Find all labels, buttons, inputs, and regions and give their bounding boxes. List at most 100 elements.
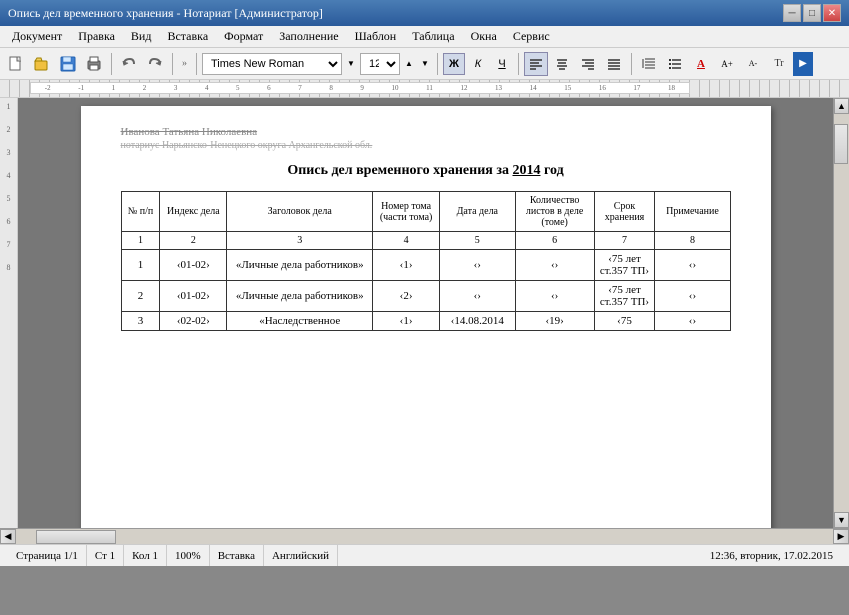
scroll-hthumb[interactable] xyxy=(36,530,116,544)
toolbar-separator-6 xyxy=(631,53,632,75)
toolbar: » Times New Roman ▼ 12 ▲ ▼ Ж К Ч A A+ A-… xyxy=(0,48,849,80)
row1-period: ‹75 лет ст.357 ТП› xyxy=(594,250,655,281)
align-left-button[interactable] xyxy=(524,52,548,76)
save-button[interactable] xyxy=(56,52,80,76)
font-size-selector[interactable]: 12 xyxy=(360,53,400,75)
menu-document[interactable]: Документ xyxy=(4,27,70,46)
toolbar-separator-2 xyxy=(172,53,173,75)
font-size-up[interactable]: ▲ xyxy=(402,52,416,76)
font-size-inc-button[interactable]: A+ xyxy=(715,52,739,76)
toolbar-separator-3 xyxy=(196,53,197,75)
font-color-button[interactable]: A xyxy=(689,52,713,76)
align-justify-button[interactable] xyxy=(602,52,626,76)
title-bar: Опись дел временного хранения - Нотариат… xyxy=(0,0,849,26)
undo-button[interactable] xyxy=(117,52,141,76)
doc-author-title: нотариус Нарьянско-Ненецкого округа Арха… xyxy=(121,140,731,151)
col-num-5: 5 xyxy=(440,232,516,250)
scroll-htrack[interactable] xyxy=(16,530,833,544)
toolbar-extra[interactable]: ▶ xyxy=(793,52,813,76)
table-row: 1 ‹01-02› «Личные дела работников» ‹1› ‹… xyxy=(121,250,730,281)
vertical-scrollbar[interactable]: ▲ ▼ xyxy=(833,98,849,528)
print-button[interactable] xyxy=(82,52,106,76)
maximize-button[interactable]: □ xyxy=(803,4,821,22)
line-spacing-button[interactable] xyxy=(637,52,661,76)
doc-table: № п/п Индекс дела Заголовок дела Номер т… xyxy=(121,191,731,331)
col-header-title: Заголовок дела xyxy=(227,192,373,232)
row2-num: 2 xyxy=(121,281,160,312)
row2-date: ‹› xyxy=(440,281,516,312)
status-page: Страница 1/1 xyxy=(8,545,87,566)
row3-index: ‹02-02› xyxy=(160,312,227,331)
font-size-down[interactable]: ▼ xyxy=(418,52,432,76)
row3-vol: ‹1› xyxy=(373,312,440,331)
status-col: Кол 1 xyxy=(124,545,167,566)
row2-sheets: ‹› xyxy=(515,281,594,312)
menu-format[interactable]: Формат xyxy=(216,27,271,46)
col-header-index: Индекс дела xyxy=(160,192,227,232)
list-button[interactable] xyxy=(663,52,687,76)
bold-button[interactable]: Ж xyxy=(443,53,465,75)
align-right-button[interactable] xyxy=(576,52,600,76)
text-color-button[interactable]: Tr xyxy=(767,52,791,76)
menu-windows[interactable]: Окна xyxy=(463,27,505,46)
row2-index: ‹01-02› xyxy=(160,281,227,312)
toolbar-separator-4 xyxy=(437,53,438,75)
menu-service[interactable]: Сервис xyxy=(505,27,558,46)
document-area[interactable]: Иванова Татьяна Николаевна нотариус Нарь… xyxy=(18,98,833,528)
row1-sheets: ‹› xyxy=(515,250,594,281)
italic-button[interactable]: К xyxy=(467,53,489,75)
ruler-numbers: -2-1123456789101112131415161718 xyxy=(30,82,690,94)
minimize-button[interactable]: ─ xyxy=(783,4,801,22)
window-controls: ─ □ ✕ xyxy=(783,4,841,22)
menu-edit[interactable]: Правка xyxy=(70,27,123,46)
redo-button[interactable] xyxy=(143,52,167,76)
col-header-sheets: Количество листов в деле (томе) xyxy=(515,192,594,232)
menu-fill[interactable]: Заполнение xyxy=(271,27,346,46)
toolbar-separator-5 xyxy=(518,53,519,75)
close-button[interactable]: ✕ xyxy=(823,4,841,22)
row2-vol: ‹2› xyxy=(373,281,440,312)
scroll-thumb[interactable] xyxy=(834,124,848,164)
col-header-note: Примечание xyxy=(655,192,730,232)
menu-view[interactable]: Вид xyxy=(123,27,160,46)
font-size-dec-button[interactable]: A- xyxy=(741,52,765,76)
doc-title-end: год xyxy=(540,163,563,178)
row1-date: ‹› xyxy=(440,250,516,281)
row2-period: ‹75 лет ст.357 ТП› xyxy=(594,281,655,312)
font-selector[interactable]: Times New Roman xyxy=(202,53,342,75)
scroll-left-button[interactable]: ◀ xyxy=(0,529,16,544)
new-button[interactable] xyxy=(4,52,28,76)
underline-button[interactable]: Ч xyxy=(491,53,513,75)
scroll-down-button[interactable]: ▼ xyxy=(834,512,849,528)
align-center-button[interactable] xyxy=(550,52,574,76)
col-header-date: Дата дела xyxy=(440,192,516,232)
scroll-track[interactable] xyxy=(834,114,849,512)
scroll-up-button[interactable]: ▲ xyxy=(834,98,849,114)
table-header-row: № п/п Индекс дела Заголовок дела Номер т… xyxy=(121,192,730,232)
toolbar-more-arrow[interactable]: » xyxy=(178,58,191,69)
scroll-right-button[interactable]: ▶ xyxy=(833,529,849,544)
row3-note: ‹› xyxy=(655,312,730,331)
col-num-2: 2 xyxy=(160,232,227,250)
main-area: 12345678 Иванова Татьяна Николаевна нота… xyxy=(0,98,849,528)
col-num-1: 1 xyxy=(121,232,160,250)
row1-title: «Личные дела работников» xyxy=(227,250,373,281)
col-header-num: № п/п xyxy=(121,192,160,232)
table-row: 2 ‹01-02› «Личные дела работников» ‹2› ‹… xyxy=(121,281,730,312)
row2-note: ‹› xyxy=(655,281,730,312)
doc-title: Опись дел временного хранения за 2014 го… xyxy=(121,163,731,179)
row3-date: ‹14.08.2014 xyxy=(440,312,516,331)
doc-author-name: Иванова Татьяна Николаевна xyxy=(121,126,731,138)
font-dropdown-arrow[interactable]: ▼ xyxy=(344,52,358,76)
open-button[interactable] xyxy=(30,52,54,76)
menu-table[interactable]: Таблица xyxy=(404,27,462,46)
horizontal-scrollbar[interactable]: ◀ ▶ xyxy=(0,528,849,544)
menu-insert[interactable]: Вставка xyxy=(159,27,216,46)
row3-period: ‹75 xyxy=(594,312,655,331)
menu-bar: Документ Правка Вид Вставка Формат Запол… xyxy=(0,26,849,48)
table-num-row: 1 2 3 4 5 6 7 8 xyxy=(121,232,730,250)
row1-note: ‹› xyxy=(655,250,730,281)
col-num-6: 6 xyxy=(515,232,594,250)
col-header-vol: Номер тома (части тома) xyxy=(373,192,440,232)
menu-template[interactable]: Шаблон xyxy=(347,27,405,46)
